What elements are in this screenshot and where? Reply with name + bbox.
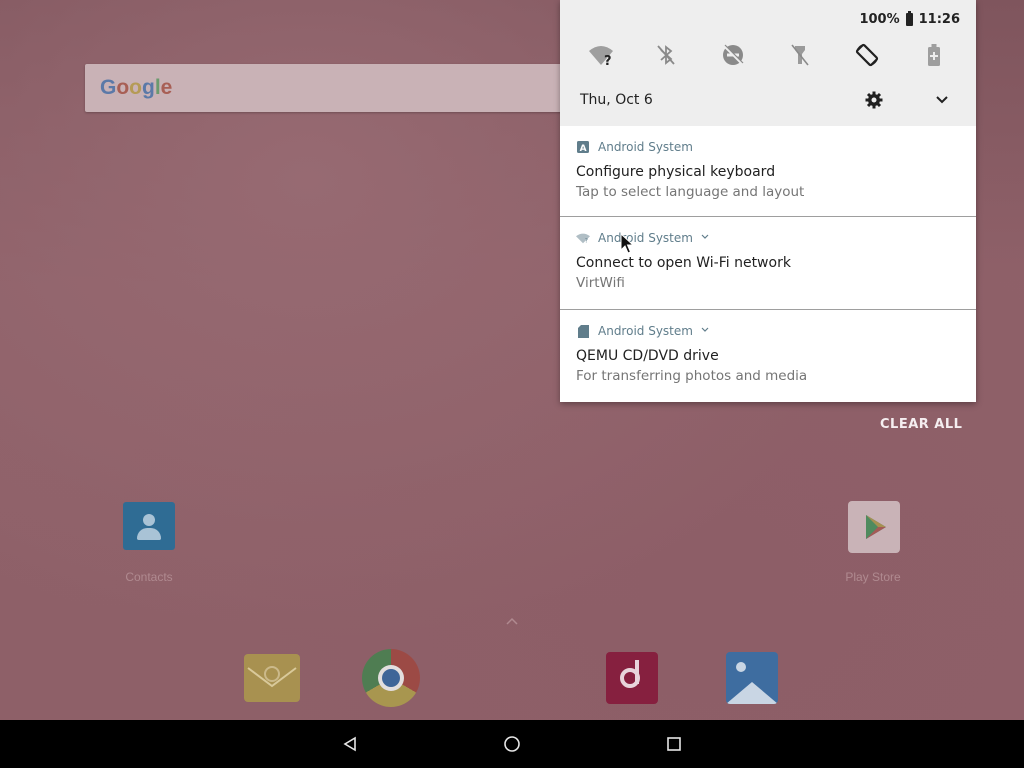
notification-text: VirtWifi: [576, 275, 625, 291]
google-search-bar[interactable]: Google: [85, 64, 565, 112]
battery-icon: [905, 11, 913, 26]
back-icon[interactable]: [320, 720, 380, 768]
auto-rotate-icon[interactable]: [850, 38, 884, 72]
app-drawer-arrow-icon[interactable]: [505, 614, 519, 625]
clear-all-button[interactable]: CLEAR ALL: [880, 417, 962, 432]
wifi-unknown-icon[interactable]: ?: [584, 38, 618, 72]
music-app-icon[interactable]: [606, 652, 658, 704]
expand-caret-icon[interactable]: [701, 326, 709, 336]
quick-settings-header: 100% 11:26 ? Thu, Oct 6: [560, 0, 976, 126]
google-logo: Google: [100, 76, 173, 99]
notification-wifi[interactable]: ? Android System Connect to open Wi-Fi n…: [560, 217, 976, 309]
home-icon[interactable]: [482, 720, 542, 768]
notification-title: Configure physical keyboard: [576, 164, 776, 180]
play-store-app-label: Play Store: [845, 570, 901, 584]
chrome-app-icon[interactable]: [362, 649, 420, 707]
mouse-cursor-icon: [620, 232, 635, 255]
status-bar: 100% 11:26: [859, 11, 960, 27]
clock: 11:26: [918, 12, 960, 27]
sd-card-icon: [576, 324, 590, 338]
recent-apps-icon[interactable]: [644, 720, 704, 768]
keyboard-a-icon: A: [576, 140, 590, 154]
notification-title: Connect to open Wi-Fi network: [576, 255, 791, 271]
navigation-bar: [0, 720, 1024, 768]
notification-app-header: ? Android System: [576, 231, 709, 245]
svg-text:?: ?: [585, 237, 588, 244]
expand-caret-icon[interactable]: [701, 233, 709, 243]
expand-chevron-icon[interactable]: [932, 90, 952, 110]
bluetooth-off-icon[interactable]: [649, 38, 683, 72]
date-label[interactable]: Thu, Oct 6: [580, 92, 653, 108]
do-not-disturb-off-icon[interactable]: [716, 38, 750, 72]
notification-app-header: A Android System: [576, 140, 693, 154]
svg-text:?: ?: [604, 54, 612, 67]
flashlight-off-icon[interactable]: [783, 38, 817, 72]
wifi-unknown-icon: ?: [576, 231, 590, 245]
contacts-app-label: Contacts: [125, 570, 173, 584]
contacts-app-icon[interactable]: [123, 502, 175, 550]
notification-shade: 100% 11:26 ? Thu, Oct 6 A Android System…: [560, 0, 976, 402]
notification-app-name: Android System: [598, 231, 693, 245]
notification-app-name: Android System: [598, 140, 693, 154]
notification-keyboard[interactable]: A Android System Configure physical keyb…: [560, 126, 976, 216]
battery-saver-icon[interactable]: [917, 38, 951, 72]
notification-text: Tap to select language and layout: [576, 184, 805, 200]
notification-text: For transferring photos and media: [576, 368, 808, 384]
notification-title: QEMU CD/DVD drive: [576, 348, 719, 364]
email-app-icon[interactable]: [244, 654, 300, 702]
notification-app-header: Android System: [576, 324, 709, 338]
quick-settings-tiles: ?: [560, 38, 976, 72]
battery-percent: 100%: [859, 12, 900, 27]
svg-text:A: A: [580, 144, 587, 153]
play-store-app-icon[interactable]: [848, 501, 900, 553]
notification-app-name: Android System: [598, 324, 693, 338]
gallery-app-icon[interactable]: [726, 652, 778, 704]
notification-storage[interactable]: Android System QEMU CD/DVD drive For tra…: [560, 310, 976, 402]
settings-gear-icon[interactable]: [864, 90, 884, 110]
